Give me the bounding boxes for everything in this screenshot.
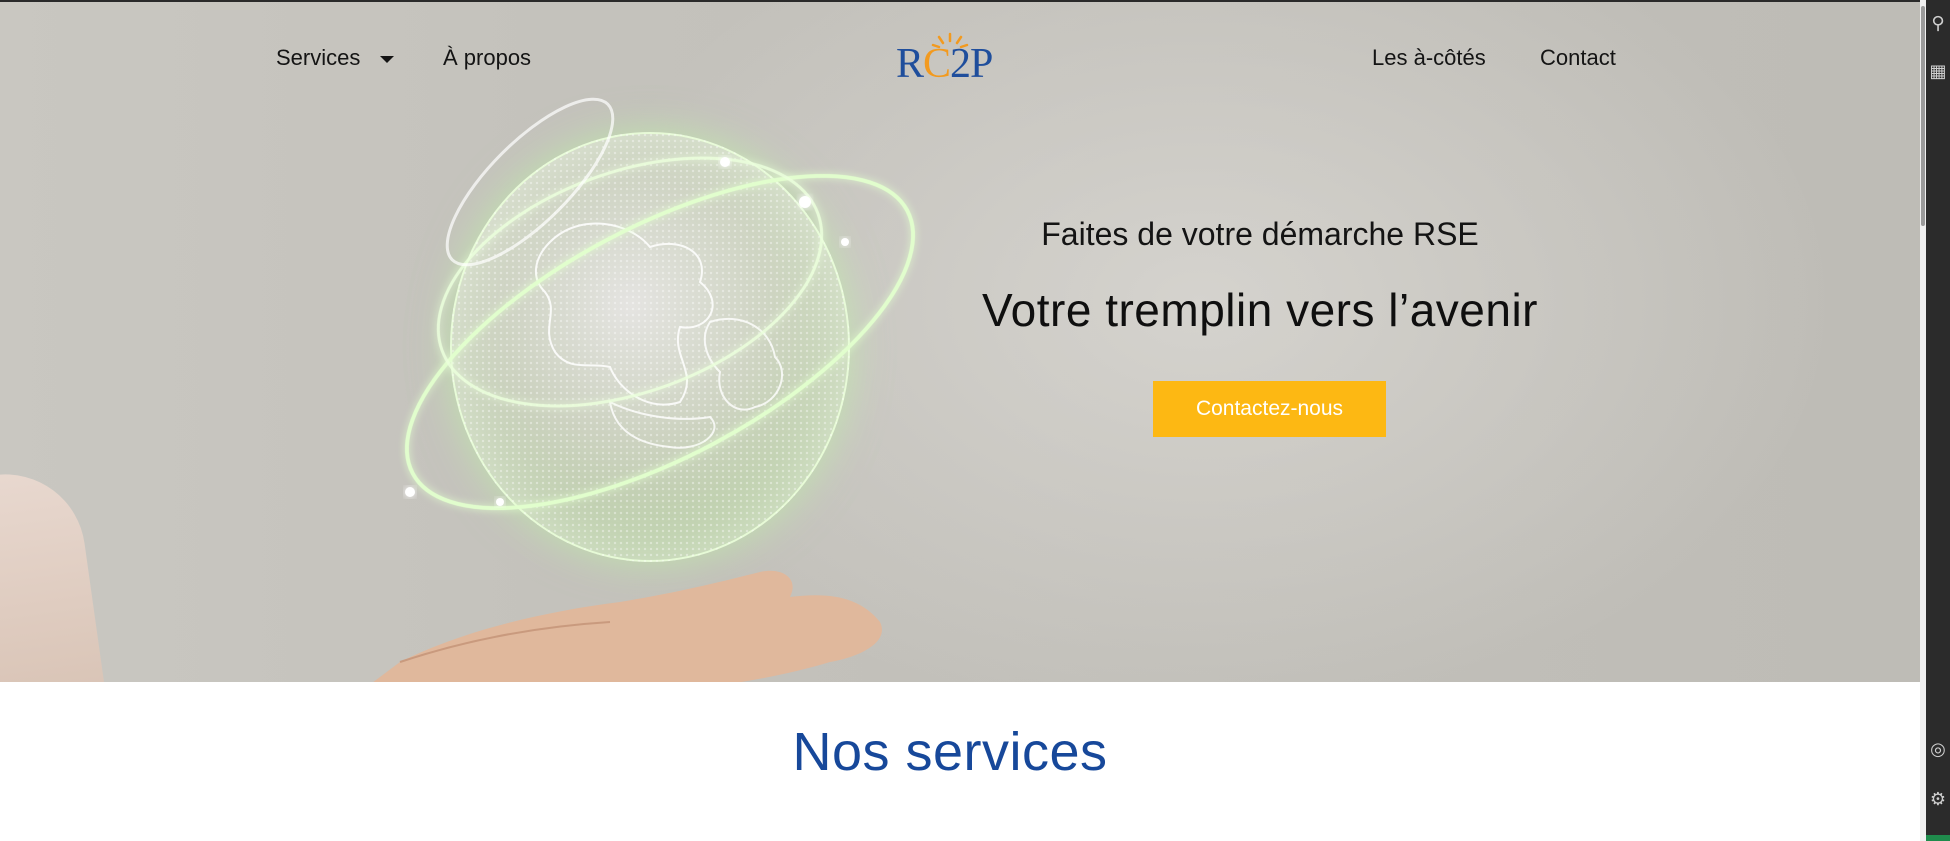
hero-title: Votre tremplin vers l’avenir (982, 284, 1538, 336)
chevron-down-icon[interactable] (380, 56, 394, 63)
logo-digit-2: 2 (950, 41, 971, 87)
hero-text-block: Faites de votre démarche RSE Votre tremp… (960, 214, 1560, 338)
grid-icon[interactable]: ▦ (1928, 62, 1948, 82)
services-section: Nos services (0, 682, 1920, 841)
puzzle-icon[interactable]: ⚲ (1928, 14, 1948, 34)
gear-icon[interactable]: ⚙ (1928, 790, 1948, 810)
account-icon[interactable]: ◎ (1928, 740, 1948, 760)
nav-contact[interactable]: Contact (1540, 44, 1616, 72)
hero-section: Services À propos RC2P Les à-côtés Conta… (0, 0, 1920, 682)
globe-rings (404, 97, 916, 511)
logo-letter-c: C (923, 41, 951, 87)
logo-letter-r: R (896, 41, 924, 87)
main-nav: Services À propos RC2P Les à-côtés Conta… (0, 2, 1920, 122)
logo[interactable]: RC2P (896, 32, 1006, 88)
nav-services[interactable]: Services (276, 44, 360, 72)
arm-image (0, 464, 106, 682)
nav-side-activities[interactable]: Les à-côtés (1372, 44, 1486, 72)
browser-viewport: Services À propos RC2P Les à-côtés Conta… (0, 0, 1920, 841)
globe-image (380, 72, 940, 592)
page: Services À propos RC2P Les à-côtés Conta… (0, 0, 1950, 841)
logo-letter-p: P (970, 41, 993, 87)
services-heading: Nos services (792, 722, 1108, 782)
scrollbar-thumb[interactable] (1921, 6, 1925, 226)
contact-us-button[interactable]: Contactez-nous (1153, 381, 1386, 437)
nav-about[interactable]: À propos (443, 44, 531, 72)
hero-subtitle: Faites de votre démarche RSE (1041, 216, 1479, 252)
logo-text: RC2P (896, 40, 993, 88)
hand-image (373, 570, 882, 682)
